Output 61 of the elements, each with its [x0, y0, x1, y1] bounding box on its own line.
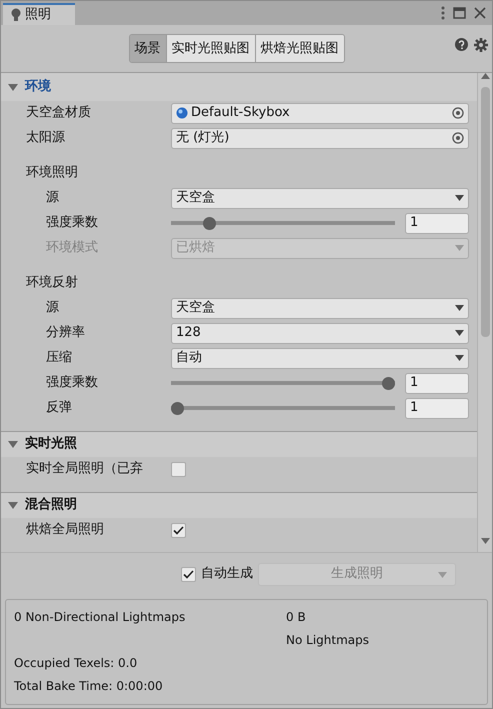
scroll-up-icon[interactable] [480, 72, 490, 79]
caret-icon [455, 355, 464, 362]
object-picker-icon[interactable] [452, 107, 464, 120]
tab[interactable]: 实时光照贴图 [166, 34, 256, 62]
dropdown[interactable]: 自动 [171, 348, 469, 369]
section-header[interactable]: 实时光照 [1, 430, 477, 457]
group-label: 环境照明 [26, 164, 79, 182]
object-picker-icon[interactable] [452, 132, 464, 144]
tab[interactable]: 烘焙光照贴图 [256, 34, 344, 62]
section-header[interactable]: 混合照明 [1, 492, 477, 518]
more-icon[interactable] [441, 6, 445, 20]
dropdown[interactable]: 128 [171, 322, 469, 344]
group-label: 环境反射 [26, 274, 79, 292]
field-label: 太阳源 [26, 129, 66, 148]
checkmark-icon [183, 570, 194, 579]
close-icon[interactable] [474, 7, 486, 19]
field-label: 实时全局照明（已弃 [26, 460, 144, 478]
field-label: 压缩 [46, 349, 73, 368]
checkbox[interactable] [171, 522, 186, 538]
stats-text: 0 B [286, 609, 307, 626]
checkbox[interactable] [181, 566, 196, 582]
checkmark-icon [173, 526, 184, 535]
lightbulb-icon [11, 8, 21, 22]
caret-icon [438, 572, 447, 578]
number-field[interactable]: 1 [405, 372, 469, 394]
caret-icon [455, 245, 464, 252]
stats-text: No Lightmaps [286, 632, 370, 650]
scrollbar[interactable] [477, 72, 492, 552]
maximize-icon[interactable] [453, 7, 466, 19]
scroll-down-icon[interactable] [480, 538, 490, 544]
expanded-triangle-icon [7, 499, 19, 512]
stats-text: Total Bake Time: 0:00:00 [14, 678, 164, 696]
field-label: 强度乘数 [46, 374, 99, 392]
checkbox[interactable] [171, 462, 186, 477]
object-field[interactable]: 无 (灯光) [171, 128, 469, 149]
settings-icon[interactable] [474, 38, 488, 52]
object-field[interactable]: Default-Skybox [171, 102, 469, 124]
number-field[interactable]: 1 [405, 212, 469, 234]
field-label: 源 [46, 189, 60, 208]
field-label: 天空盒材质 [26, 104, 92, 122]
caret-icon [455, 305, 464, 312]
caret-icon [455, 330, 464, 336]
number-field[interactable]: 1 [405, 398, 469, 419]
checkbox-label: 自动生成 [201, 565, 253, 584]
stats-text: 0 Non-Directional Lightmaps [14, 609, 186, 626]
caret-icon [455, 195, 464, 202]
window-title: 照明 [25, 6, 51, 24]
stats-text: Occupied Texels: 0.0 [14, 655, 138, 672]
dropdown[interactable]: 天空盒 [171, 188, 469, 209]
field-label: 源 [46, 299, 60, 318]
section-header[interactable]: 环境 [1, 72, 477, 101]
field-label: 强度乘数 [46, 214, 99, 232]
window-tab[interactable]: 照明 [3, 3, 75, 25]
tab[interactable]: 场景 [130, 34, 166, 62]
dropdown[interactable]: 天空盒 [171, 298, 469, 319]
field-label: 分辨率 [46, 324, 86, 342]
field-label: 烘焙全局照明 [26, 521, 105, 540]
field-label: 环境模式 [46, 239, 99, 258]
help-icon[interactable] [455, 38, 468, 51]
expanded-triangle-icon [7, 438, 19, 450]
field-label: 反弹 [46, 399, 73, 418]
